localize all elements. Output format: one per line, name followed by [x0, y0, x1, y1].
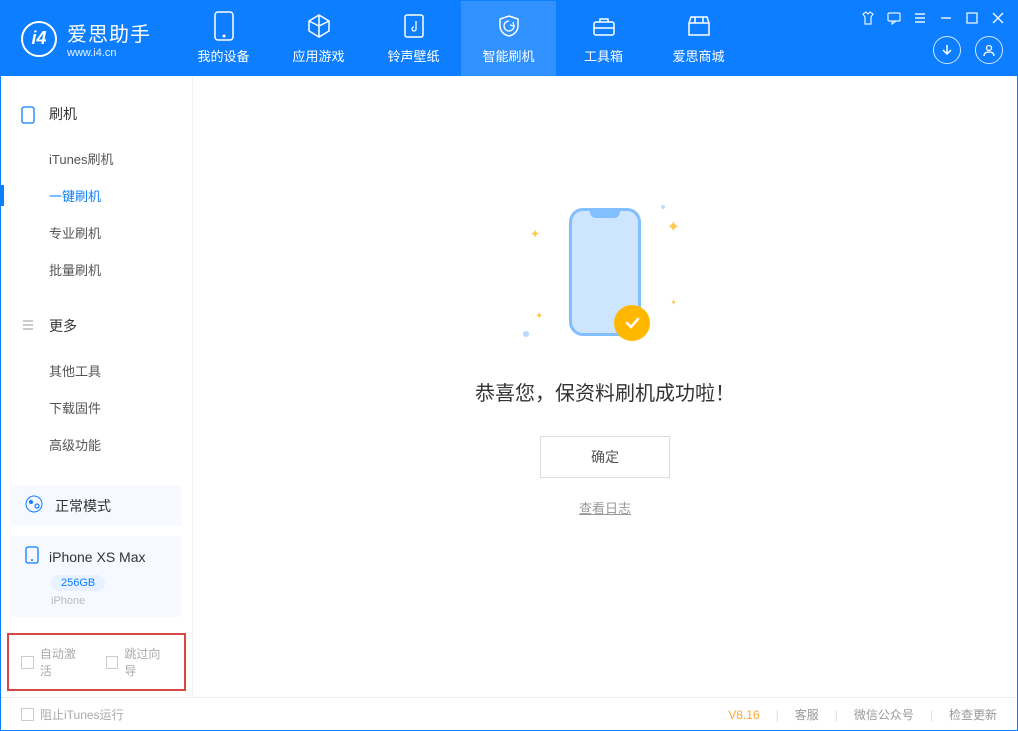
download-button[interactable]: [933, 36, 961, 64]
phone-icon: [25, 546, 39, 567]
checkbox-icon: [21, 708, 34, 721]
nav-label: 工具箱: [584, 46, 623, 65]
update-link[interactable]: 检查更新: [949, 706, 997, 723]
cube-icon: [305, 12, 333, 40]
sidebar-content: 刷机 iTunes刷机 一键刷机 专业刷机 批量刷机 更多 其他工具 下载固件 …: [1, 76, 192, 475]
sidebar-item-oneclick[interactable]: 一键刷机: [1, 177, 192, 214]
shield-icon: [495, 12, 523, 40]
feedback-icon[interactable]: [887, 11, 901, 30]
divider: |: [835, 708, 838, 722]
checkbox-stop-itunes[interactable]: 阻止iTunes运行: [21, 706, 124, 723]
checkbox-label: 跳过向导: [124, 645, 172, 679]
close-button[interactable]: [991, 11, 1005, 30]
minimize-button[interactable]: [939, 11, 953, 30]
store-icon: [685, 12, 713, 40]
device-type: iPhone: [51, 595, 168, 607]
sparkle-icon: ✦: [535, 311, 543, 322]
checkbox-icon: [106, 656, 119, 669]
nav-tab-store[interactable]: 爱思商城: [651, 1, 746, 76]
wechat-link[interactable]: 微信公众号: [854, 706, 914, 723]
checkbox-label: 阻止iTunes运行: [40, 706, 124, 723]
sparkle-icon: ✦: [670, 298, 677, 307]
nav-label: 我的设备: [197, 46, 249, 65]
nav-tab-apps[interactable]: 应用游戏: [271, 1, 366, 76]
version-label: V8.16: [728, 708, 759, 722]
sync-icon: [25, 495, 43, 516]
header-right-bottom: [933, 36, 1003, 64]
checkbox-skip-guide[interactable]: 跳过向导: [106, 645, 173, 679]
nav-label: 应用游戏: [292, 46, 344, 65]
app-url: www.i4.cn: [67, 47, 151, 59]
footer: 阻止iTunes运行 V8.16 | 客服 | 微信公众号 | 检查更新: [1, 697, 1017, 731]
sidebar-item-itunes[interactable]: iTunes刷机: [1, 140, 192, 177]
nav-tab-device[interactable]: 我的设备: [176, 1, 271, 76]
nav-label: 爱思商城: [672, 46, 724, 65]
device-name-row: iPhone XS Max: [25, 546, 168, 567]
user-button[interactable]: [975, 36, 1003, 64]
divider: |: [776, 708, 779, 722]
nav-tab-ringtones[interactable]: 铃声壁纸: [366, 1, 461, 76]
maximize-button[interactable]: [965, 11, 979, 30]
sidebar-item-advanced[interactable]: 高级功能: [1, 426, 192, 463]
checkbox-auto-activate[interactable]: 自动激活: [21, 645, 88, 679]
sidebar-item-othertools[interactable]: 其他工具: [1, 352, 192, 389]
device-icon: [210, 12, 238, 40]
section-title: 更多: [49, 316, 77, 336]
dot-icon: [661, 205, 665, 209]
mode-card[interactable]: 正常模式: [11, 485, 182, 526]
device-name: iPhone XS Max: [49, 549, 146, 565]
menu-icon[interactable]: [913, 11, 927, 30]
sidebar-section-flash[interactable]: 刷机: [1, 96, 192, 132]
sidebar-section-more[interactable]: 更多: [1, 308, 192, 344]
header: i4 爱思助手 www.i4.cn 我的设备 应用游戏 铃声壁纸 智能刷机 工具…: [1, 1, 1017, 76]
body-area: 刷机 iTunes刷机 一键刷机 专业刷机 批量刷机 更多 其他工具 下载固件 …: [1, 76, 1017, 697]
window-controls: [861, 11, 1005, 30]
list-icon: [21, 318, 37, 334]
logo-area[interactable]: i4 爱思助手 www.i4.cn: [1, 18, 176, 59]
sidebar-item-pro[interactable]: 专业刷机: [1, 214, 192, 251]
mode-label: 正常模式: [55, 496, 111, 516]
support-link[interactable]: 客服: [795, 706, 819, 723]
dot-icon: [523, 331, 529, 337]
check-badge-icon: [614, 305, 650, 341]
sparkle-icon: ✦: [667, 217, 680, 237]
device-card[interactable]: iPhone XS Max 256GB iPhone: [11, 536, 182, 617]
phone-notch: [590, 208, 620, 218]
checkbox-label: 自动激活: [40, 645, 88, 679]
confirm-button[interactable]: 确定: [540, 436, 670, 478]
nav-tab-toolbox[interactable]: 工具箱: [556, 1, 651, 76]
sparkle-icon: ✦: [530, 227, 540, 241]
footer-left: 阻止iTunes运行: [21, 706, 124, 723]
checkbox-icon: [21, 656, 34, 669]
app-title: 爱思助手: [67, 18, 151, 47]
nav-tabs: 我的设备 应用游戏 铃声壁纸 智能刷机 工具箱 爱思商城: [176, 1, 746, 76]
footer-right: V8.16 | 客服 | 微信公众号 | 检查更新: [728, 706, 997, 723]
nav-tab-flash[interactable]: 智能刷机: [461, 1, 556, 76]
phone-illustration: [569, 208, 641, 336]
view-log-link[interactable]: 查看日志: [579, 498, 631, 517]
toolbox-icon: [590, 12, 618, 40]
logo-icon: i4: [21, 21, 57, 57]
sidebar-item-firmware[interactable]: 下载固件: [1, 389, 192, 426]
logo-text: 爱思助手 www.i4.cn: [67, 18, 151, 59]
sidebar-item-batch[interactable]: 批量刷机: [1, 251, 192, 288]
success-message: 恭喜您，保资料刷机成功啦！: [475, 377, 735, 406]
success-illustration: ✦ ✦ ✦ ✦: [505, 197, 705, 347]
nav-label: 智能刷机: [482, 46, 534, 65]
phone-small-icon: [21, 106, 37, 122]
music-doc-icon: [400, 12, 428, 40]
divider: |: [930, 708, 933, 722]
sidebar: 刷机 iTunes刷机 一键刷机 专业刷机 批量刷机 更多 其他工具 下载固件 …: [1, 76, 193, 697]
tshirt-icon[interactable]: [861, 11, 875, 30]
checkbox-row: 自动激活 跳过向导: [7, 633, 186, 691]
section-title: 刷机: [49, 104, 77, 124]
main-content: ✦ ✦ ✦ ✦ 恭喜您，保资料刷机成功啦！ 确定 查看日志: [193, 76, 1017, 697]
nav-label: 铃声壁纸: [387, 46, 439, 65]
storage-badge: 256GB: [51, 575, 105, 591]
